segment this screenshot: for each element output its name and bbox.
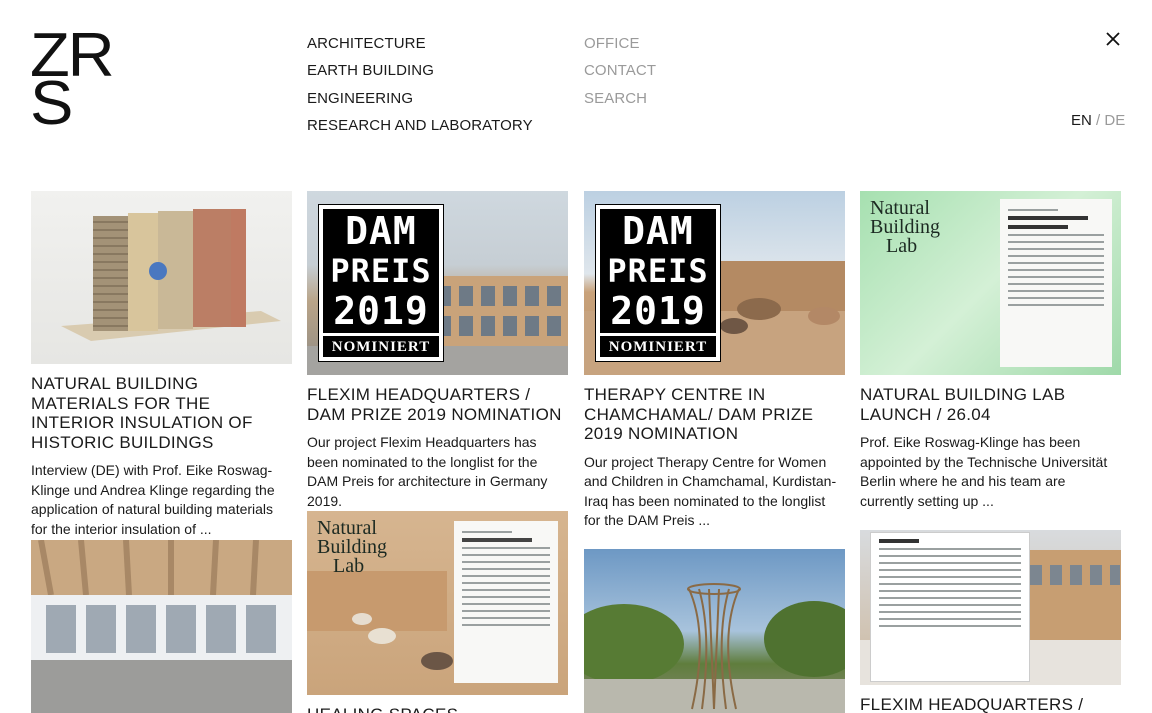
news-image-therapy-centre[interactable]: DAM PREIS 2019 NOMINIERT [584, 191, 845, 375]
dam-line-3: 2019 [333, 289, 429, 333]
primary-nav: ARCHITECTURE EARTH BUILDING ENGINEERING … [307, 30, 533, 139]
nbl-line-3: Lab [333, 555, 365, 577]
dam-line-1: DAM [345, 209, 417, 253]
nbl-logo: Natural Building Lab [870, 198, 940, 257]
news-card[interactable] [584, 549, 845, 713]
news-image-healing-spaces[interactable]: Natural Building Lab [307, 511, 568, 695]
nav-item-contact[interactable]: CONTACT [584, 57, 656, 84]
nbl-logo: Natural Building Lab [317, 518, 387, 577]
dam-nominiert: NOMINIERT [323, 333, 439, 357]
zrs-logo[interactable]: ZR S [30, 25, 115, 135]
news-image-tower[interactable] [584, 549, 845, 713]
event-poster [1000, 199, 1112, 367]
press-clipping [870, 532, 1030, 682]
close-icon[interactable] [1104, 30, 1122, 48]
dam-line-1: DAM [622, 209, 694, 253]
news-card[interactable]: FLEXIM HEADQUARTERS / [860, 530, 1121, 713]
news-title[interactable]: FLEXIM HEADQUARTERS / [860, 695, 1121, 713]
dam-line-2: PREIS [330, 252, 432, 290]
news-column-2: DAM PREIS 2019 NOMINIERT FLEXIM HEADQUAR… [307, 191, 568, 713]
news-card[interactable]: Natural Building Lab HEALING SPACES SYMP… [307, 511, 568, 713]
dam-line-3: 2019 [610, 289, 706, 333]
news-excerpt: Interview (DE) with Prof. Eike Roswag-Kl… [31, 462, 275, 537]
news-title[interactable]: HEALING SPACES SYMPOSIUM / [307, 705, 568, 713]
nav-item-earth-building[interactable]: EARTH BUILDING [307, 57, 533, 84]
news-image-flexim-press[interactable] [860, 530, 1121, 685]
news-excerpt: Prof. Eike Roswag-Klinge has been appoin… [860, 434, 1108, 509]
news-column-4: Natural Building Lab NATURAL BUILDING LA… [860, 191, 1121, 713]
lang-separator: / [1096, 112, 1101, 129]
lang-de-link[interactable]: DE [1104, 112, 1125, 129]
news-title[interactable]: THERAPY CENTRE IN CHAMCHAMAL/ DAM PRIZE … [584, 385, 845, 444]
event-poster [454, 521, 558, 683]
news-column-3: DAM PREIS 2019 NOMINIERT THERAPY CENTRE … [584, 191, 845, 713]
dam-preis-badge: DAM PREIS 2019 NOMINIERT [318, 204, 444, 362]
news-card[interactable]: Natural Building Lab NATURAL BUILDING LA… [860, 191, 1121, 511]
news-card[interactable]: DAM PREIS 2019 NOMINIERT FLEXIM HEADQUAR… [307, 191, 568, 511]
news-image-lab-launch[interactable]: Natural Building Lab [860, 191, 1121, 375]
nav-item-office[interactable]: OFFICE [584, 30, 656, 57]
dam-nominiert: NOMINIERT [600, 333, 716, 357]
news-card[interactable]: NATURAL BUILDING MATERIALS FOR THE INTER… [31, 191, 292, 539]
logo-line-2: S [30, 69, 73, 138]
news-excerpt: Our project Flexim Headquarters has been… [307, 434, 548, 509]
dam-line-2: PREIS [607, 252, 709, 290]
news-excerpt: Our project Therapy Centre for Women and… [584, 453, 837, 529]
news-card[interactable] [31, 540, 292, 713]
news-title[interactable]: NATURAL BUILDING MATERIALS FOR THE INTER… [31, 374, 292, 452]
nav-item-architecture[interactable]: ARCHITECTURE [307, 30, 533, 57]
language-switcher: EN / DE [1071, 112, 1125, 129]
news-title[interactable]: FLEXIM HEADQUARTERS / DAM PRIZE 2019 NOM… [307, 385, 568, 424]
lang-en-link[interactable]: EN [1071, 112, 1092, 129]
news-image-materials[interactable] [31, 191, 292, 364]
news-image-flexim[interactable]: DAM PREIS 2019 NOMINIERT [307, 191, 568, 375]
news-column-1: NATURAL BUILDING MATERIALS FOR THE INTER… [31, 191, 292, 713]
dam-preis-badge: DAM PREIS 2019 NOMINIERT [595, 204, 721, 362]
nav-item-engineering[interactable]: ENGINEERING [307, 85, 533, 112]
nav-item-search[interactable]: SEARCH [584, 85, 656, 112]
news-image-interior[interactable] [31, 540, 292, 713]
news-card[interactable]: DAM PREIS 2019 NOMINIERT THERAPY CENTRE … [584, 191, 845, 531]
news-title[interactable]: NATURAL BUILDING LAB LAUNCH / 26.04 [860, 385, 1121, 424]
nbl-line-3: Lab [886, 235, 918, 257]
secondary-nav: OFFICE CONTACT SEARCH [584, 30, 656, 112]
nav-item-research-and-laboratory[interactable]: RESEARCH AND LABORATORY [307, 112, 533, 139]
